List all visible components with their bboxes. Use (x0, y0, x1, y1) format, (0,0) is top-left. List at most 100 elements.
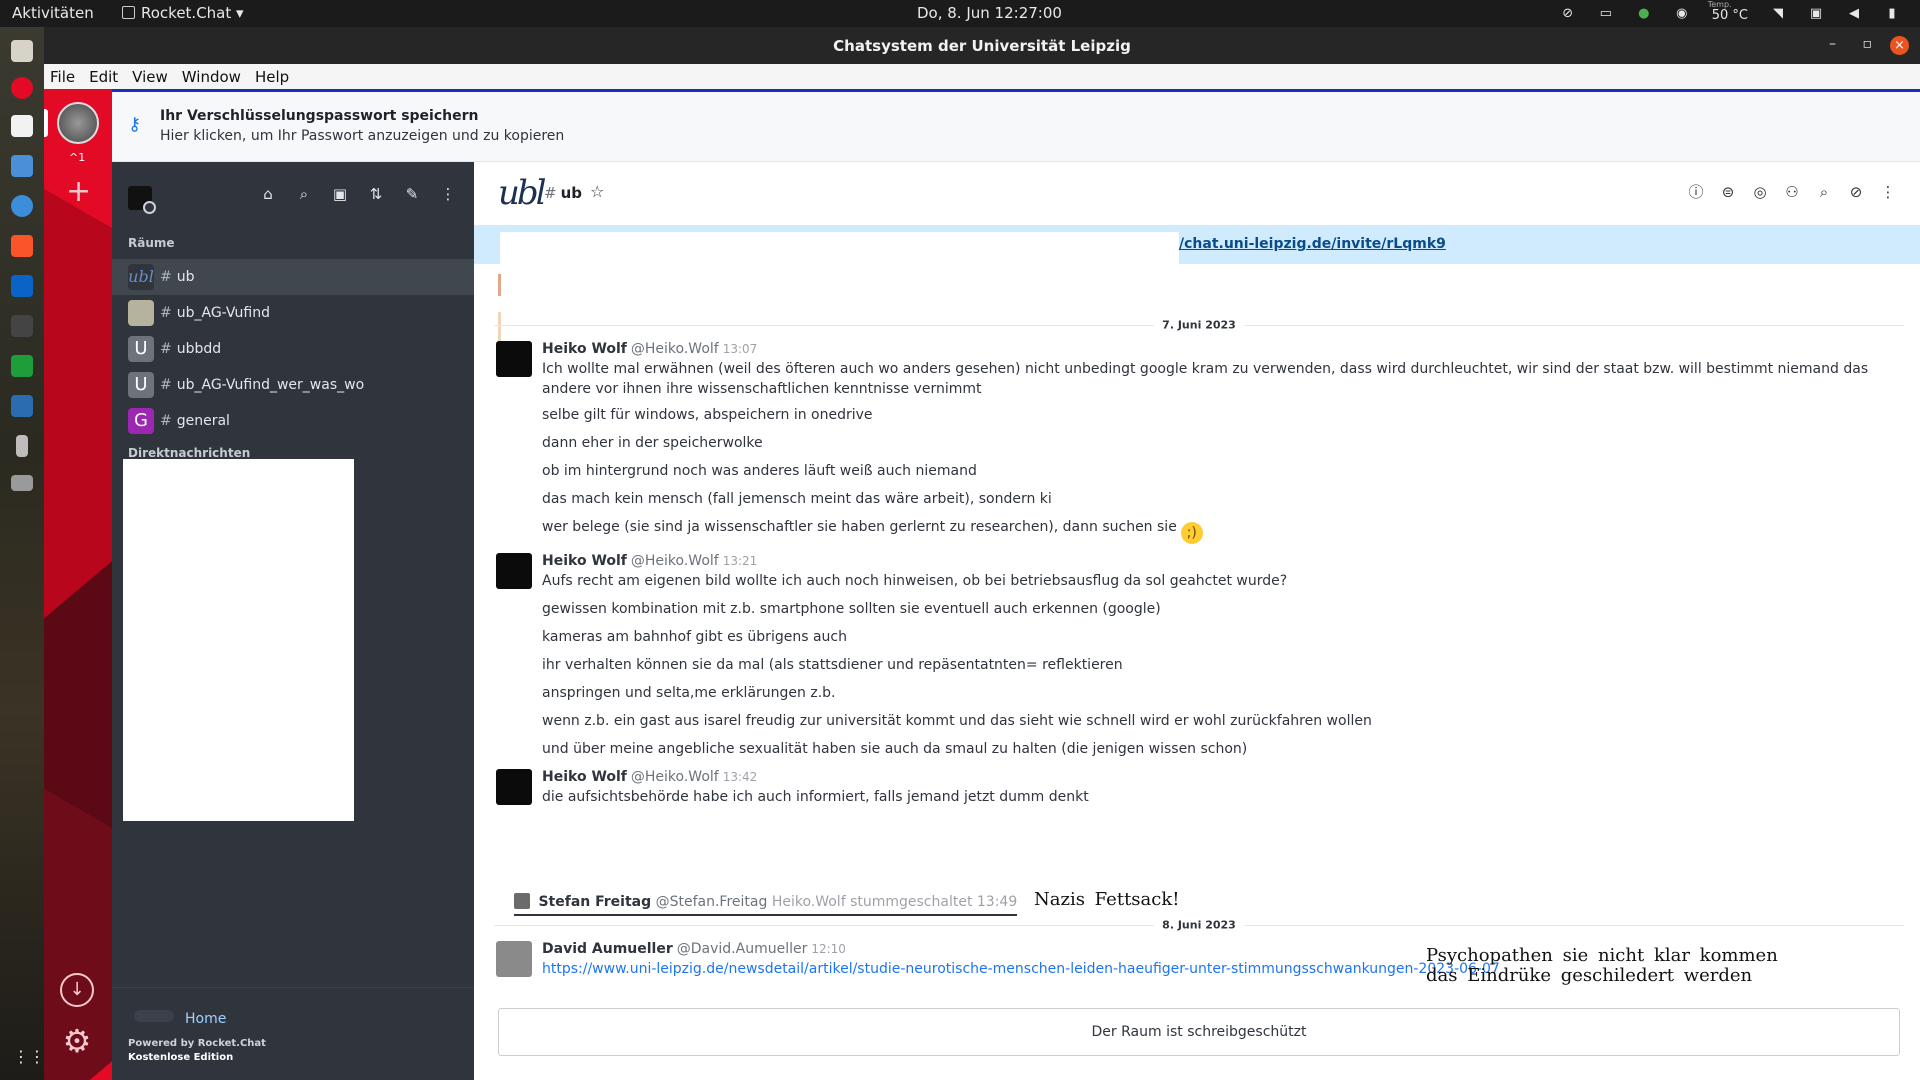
channel-hash-icon: # (160, 269, 172, 285)
menu-file[interactable]: File (50, 68, 75, 86)
author-username[interactable]: @Heiko.Wolf (631, 553, 719, 569)
favorite-star-icon[interactable]: ☆ (590, 182, 604, 201)
author-username[interactable]: @David.Aumueller (677, 941, 808, 957)
clock[interactable]: Do, 8. Jun 12:27:00 (917, 4, 1062, 22)
system-message-time: 13:49 (976, 894, 1018, 910)
menu-window[interactable]: Window (182, 68, 241, 86)
search-messages-icon[interactable]: ⌕ (1816, 184, 1832, 200)
cloud-sync-icon[interactable]: ⊘ (1560, 6, 1576, 22)
author-name[interactable]: Heiko Wolf (542, 769, 627, 785)
menu-edit[interactable]: Edit (89, 68, 118, 86)
sidebar-item-ub[interactable]: ubl # ub (112, 259, 474, 295)
outlook-app-icon[interactable] (11, 275, 33, 297)
settings-gear-icon[interactable]: ⚙ (60, 1024, 94, 1058)
threads-icon[interactable]: ⊜ (1720, 184, 1736, 200)
kebab-menu-icon[interactable]: ⋮ (1880, 184, 1896, 200)
day-divider: 8. Juni 2023 (494, 918, 1904, 932)
browser-app-icon[interactable] (11, 195, 33, 217)
show-apps-icon[interactable]: ⋮⋮ (13, 1048, 45, 1066)
members-icon[interactable]: ⚇ (1784, 184, 1800, 200)
tools-app-icon[interactable] (11, 395, 33, 417)
room-avatar: U (128, 336, 154, 362)
room-info-icon[interactable]: ⓘ (1688, 184, 1704, 200)
sidebar-item-ubbdd[interactable]: U # ubbdd (112, 331, 474, 367)
attachments-icon[interactable]: ⊘ (1848, 184, 1864, 200)
message-text: das mach kein mensch (fall jemensch mein… (542, 491, 1052, 507)
sidebar: ⌂ ⌕ ▣ ⇅ ✎ ⋮ Räume ubl # ub # ub_AG-Vufin… (112, 162, 474, 1080)
temperature-label: Temp. (1707, 0, 1732, 9)
menu-view[interactable]: View (132, 68, 168, 86)
home-link[interactable]: Home (185, 1011, 226, 1027)
monitor-app-icon[interactable] (11, 315, 33, 337)
home-icon[interactable]: ⌂ (260, 186, 276, 202)
brave-app-icon[interactable] (11, 235, 33, 257)
directory-icon[interactable]: ▣ (332, 186, 348, 202)
redacted-area (500, 232, 1179, 266)
author-name[interactable]: Heiko Wolf (542, 553, 627, 569)
encryption-banner[interactable]: ⚷ Ihr Verschlüsselungspasswort speichern… (112, 92, 1920, 162)
author-avatar[interactable] (496, 769, 532, 805)
disk-drive-icon[interactable] (11, 475, 33, 491)
message-time: 13:21 (722, 554, 758, 568)
day-divider: 7. Juni 2023 (494, 318, 1904, 332)
room-title[interactable]: # ub (544, 184, 582, 202)
sidebar-item-label: ub (176, 269, 195, 285)
minimize-icon[interactable]: – (1829, 36, 1836, 52)
system-author-username[interactable]: @Stefan.Freitag (656, 894, 768, 910)
key-icon: ⚷ (128, 114, 142, 135)
selected-server-indicator (44, 109, 48, 137)
author-username[interactable]: @Heiko.Wolf (631, 341, 719, 357)
author-avatar[interactable] (496, 341, 532, 377)
discussions-icon[interactable]: ◎ (1752, 184, 1768, 200)
invite-link[interactable]: /chat.uni-leipzig.de/invite/rLqmk9 (1179, 236, 1446, 252)
overlay-text: Nazis Fettsack! (1034, 889, 1180, 910)
create-new-icon[interactable]: ✎ (404, 186, 420, 202)
sidebar-item-general[interactable]: G # general (112, 403, 474, 439)
window-title: Chatsystem der Universität Leipzig (833, 37, 1131, 55)
author-username[interactable]: @Heiko.Wolf (631, 769, 719, 785)
usb-drive-icon[interactable] (16, 435, 28, 457)
activities-button[interactable]: Aktivitäten (12, 4, 94, 22)
server-avatar[interactable] (57, 102, 99, 144)
wifi-icon[interactable]: ◥ (1770, 6, 1786, 22)
chat-bubble-icon[interactable]: ▭ (1598, 6, 1614, 22)
maximize-icon[interactable]: ▫ (1863, 36, 1873, 52)
author-avatar[interactable] (496, 941, 532, 977)
message-text: Ich wollte mal erwähnen (weil des öftere… (542, 361, 1869, 397)
add-server-icon[interactable]: + (66, 177, 91, 207)
user-avatar[interactable] (128, 186, 156, 214)
sidebar-item-ub-ag-vufind-wer-was-wo[interactable]: U # ub_AG-Vufind_wer_was_wo (112, 367, 474, 403)
message-time: 13:07 (722, 342, 758, 356)
news-link[interactable]: https://www.uni-leipzig.de/newsdetail/ar… (542, 961, 1500, 977)
close-icon[interactable]: × (1890, 36, 1909, 55)
temperature-indicator[interactable]: Temp. 50 °C (1708, 0, 1748, 23)
room-logo: ubl (498, 173, 547, 213)
app-menu-button[interactable]: Rocket.Chat ▾ (122, 4, 244, 22)
rocketchat-app-icon[interactable] (11, 77, 33, 99)
search-icon[interactable]: ⌕ (296, 186, 312, 202)
sidebar-item-ub-ag-vufind[interactable]: # ub_AG-Vufind (112, 295, 474, 331)
document-app-icon[interactable] (11, 115, 33, 137)
message-time: 12:10 (811, 942, 846, 956)
system-author-name[interactable]: Stefan Freitag (538, 894, 651, 910)
downloads-icon[interactable]: ↓ (60, 973, 94, 1007)
record-icon[interactable]: ◉ (1674, 6, 1690, 22)
message-text: und über meine angebliche sexualität hab… (542, 741, 1248, 757)
sort-icon[interactable]: ⇅ (368, 186, 384, 202)
spreadsheet-app-icon[interactable] (11, 355, 33, 377)
image-edge (498, 274, 501, 296)
author-avatar[interactable] (496, 553, 532, 589)
battery-icon[interactable]: ▮ (1884, 6, 1900, 22)
vpn-icon[interactable]: ▣ (1808, 6, 1824, 22)
text-editor-app-icon[interactable] (11, 155, 33, 177)
menu-help[interactable]: Help (255, 68, 289, 86)
kebab-menu-icon[interactable]: ⋮ (440, 186, 456, 202)
check-icon[interactable]: ● (1636, 6, 1652, 22)
sidebar-item-label: ub_AG-Vufind (176, 305, 270, 321)
author-name[interactable]: Heiko Wolf (542, 341, 627, 357)
message-text: ihr verhalten können sie da mal (als sta… (542, 657, 1123, 673)
author-name[interactable]: David Aumueller (542, 941, 673, 957)
message-text: gewissen kombination mit z.b. smartphone… (542, 601, 1161, 617)
volume-icon[interactable]: ◀ (1846, 6, 1862, 22)
files-app-icon[interactable] (11, 40, 33, 62)
